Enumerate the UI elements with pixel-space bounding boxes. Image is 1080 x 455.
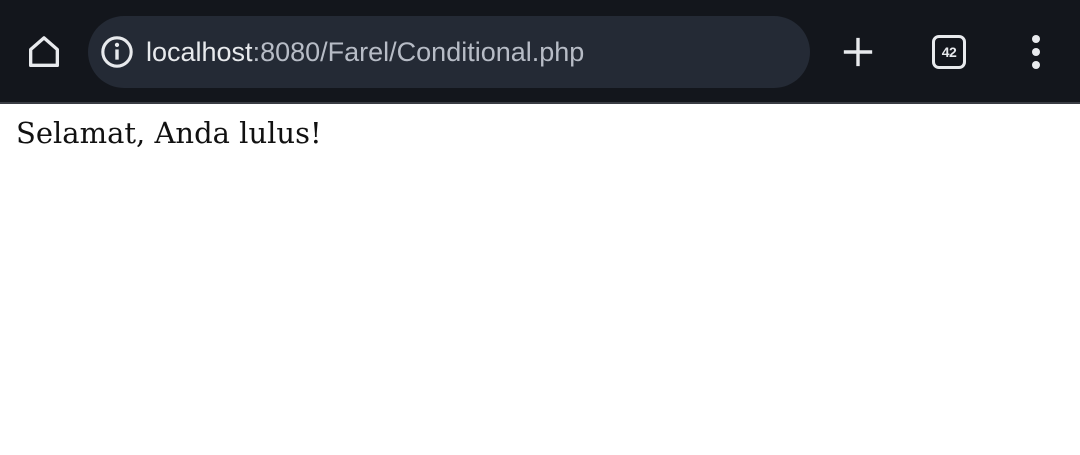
url-text[interactable]: localhost:8080/Farel/Conditional.php bbox=[146, 34, 584, 70]
new-tab-button[interactable] bbox=[834, 28, 882, 76]
page-content: Selamat, Anda lulus! bbox=[0, 104, 1080, 455]
home-button[interactable] bbox=[20, 28, 68, 76]
address-bar[interactable]: localhost:8080/Farel/Conditional.php bbox=[88, 16, 810, 88]
tab-count: 42 bbox=[941, 44, 957, 60]
url-path: :8080/Farel/Conditional.php bbox=[252, 37, 585, 67]
url-host: localhost bbox=[146, 37, 253, 67]
tab-switcher-button[interactable]: 42 bbox=[925, 28, 973, 76]
more-vert-icon bbox=[1032, 35, 1040, 69]
menu-button[interactable] bbox=[1012, 28, 1060, 76]
home-icon bbox=[29, 36, 59, 68]
browser-toolbar: localhost:8080/Farel/Conditional.php 42 bbox=[0, 0, 1080, 104]
result-message: Selamat, Anda lulus! bbox=[16, 116, 322, 150]
info-icon[interactable] bbox=[100, 35, 134, 69]
plus-icon bbox=[843, 37, 873, 67]
tab-switcher-icon: 42 bbox=[932, 35, 966, 69]
